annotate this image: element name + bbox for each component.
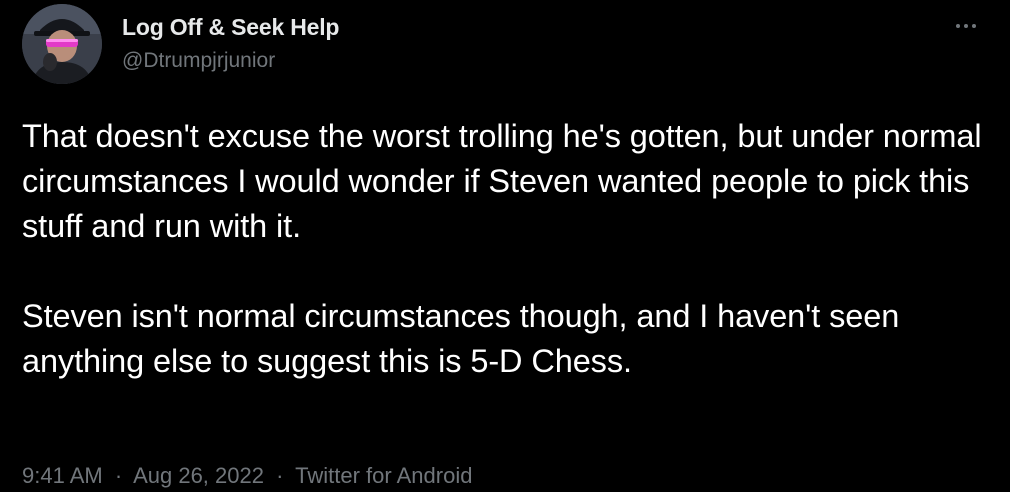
- avatar-image: [22, 4, 102, 84]
- author-display-name[interactable]: Log Off & Seek Help: [122, 14, 339, 41]
- tweet-paragraph: Steven isn't normal circumstances though…: [22, 298, 900, 379]
- tweet-metadata: 9:41 AM · Aug 26, 2022 · Twitter for And…: [22, 463, 472, 489]
- more-dot: [972, 24, 976, 28]
- more-dot: [956, 24, 960, 28]
- tweet-card: Log Off & Seek Help @Dtrumpjrjunior That…: [0, 0, 1010, 492]
- tweet-source[interactable]: Twitter for Android: [295, 463, 472, 488]
- tweet-date[interactable]: Aug 26, 2022: [133, 463, 264, 488]
- more-dot: [964, 24, 968, 28]
- tweet-time[interactable]: 9:41 AM: [22, 463, 103, 488]
- avatar[interactable]: [22, 4, 102, 84]
- more-options-icon[interactable]: [950, 10, 982, 42]
- separator: ·: [276, 463, 284, 488]
- separator: ·: [114, 463, 123, 488]
- tweet-paragraph: That doesn't excuse the worst trolling h…: [22, 118, 982, 244]
- author-handle[interactable]: @Dtrumpjrjunior: [122, 49, 275, 73]
- tweet-text: That doesn't excuse the worst trolling h…: [22, 114, 987, 384]
